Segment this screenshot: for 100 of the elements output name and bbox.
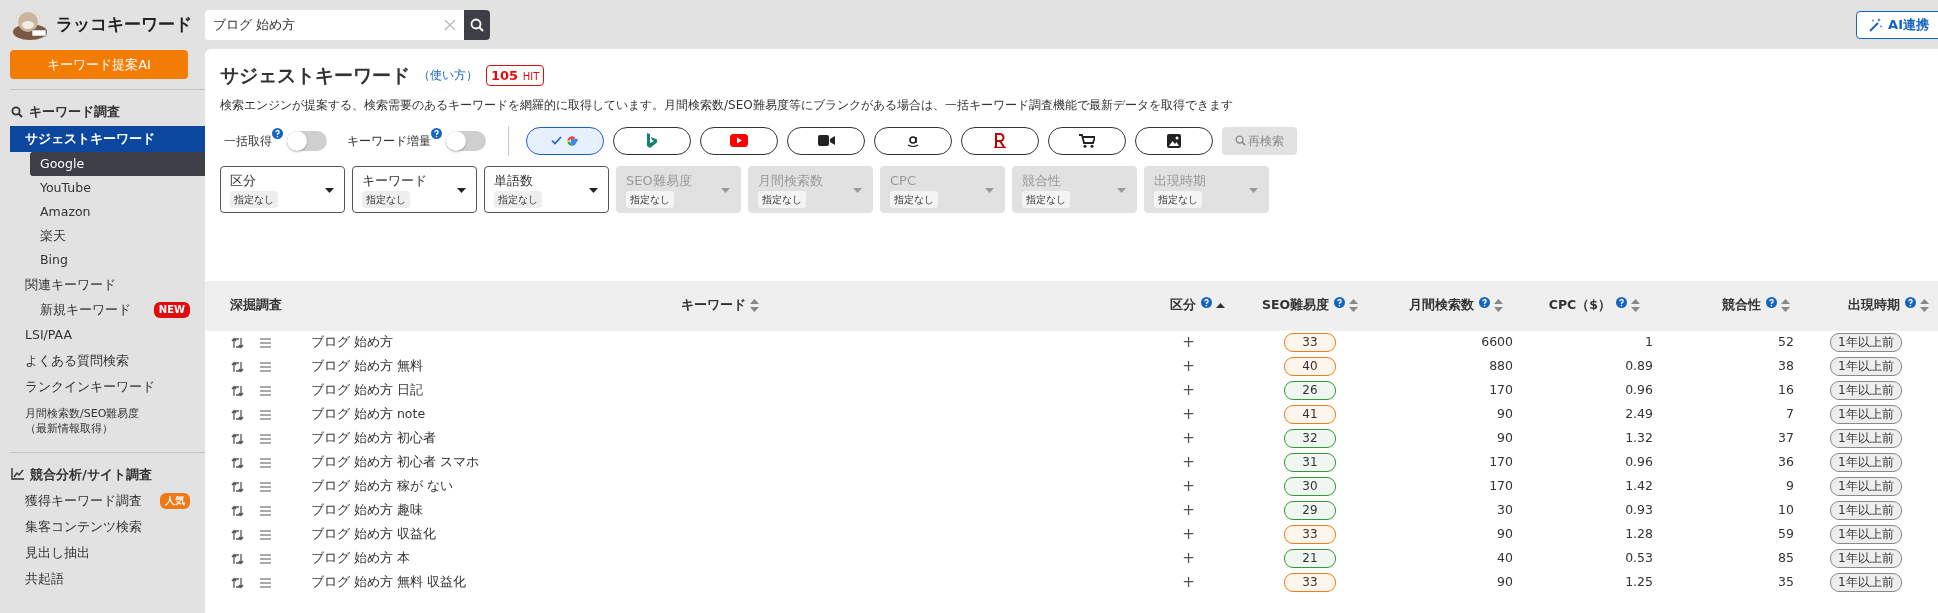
- sidebar-item[interactable]: YouTube: [0, 175, 205, 200]
- help-icon[interactable]: [1201, 297, 1212, 308]
- sort-ascending-icon[interactable]: [1216, 303, 1225, 308]
- keyword-cell-text: ブログ 始め方 初心者 スマホ: [310, 453, 479, 472]
- sidebar-item[interactable]: 関連キーワード: [0, 271, 205, 298]
- repeat-arrows-icon[interactable]: [231, 528, 244, 541]
- repeat-arrows-icon[interactable]: [231, 576, 244, 589]
- help-link[interactable]: （使い方）: [418, 66, 478, 85]
- help-icon[interactable]: [1905, 297, 1916, 308]
- sort-icon[interactable]: [1631, 299, 1640, 312]
- rakuten-icon: [994, 133, 1006, 148]
- repeat-arrows-icon[interactable]: [231, 360, 244, 373]
- add-category-button[interactable]: +: [1182, 331, 1195, 354]
- sidebar-item[interactable]: 月間検索数/SEO難易度 （最新情報取得）: [0, 399, 205, 442]
- keyword-cell-text: ブログ 始め方 趣味: [310, 501, 423, 520]
- column-header[interactable]: 区分: [1170, 296, 1196, 315]
- add-category-button[interactable]: +: [1182, 379, 1195, 402]
- search-box[interactable]: ブログ 始め方: [205, 9, 490, 40]
- sidebar-item[interactable]: ランクインキーワード: [0, 373, 205, 400]
- column-header[interactable]: CPC（$）: [1548, 296, 1611, 315]
- seo-difficulty-pill: 21: [1284, 549, 1336, 568]
- repeat-arrows-icon[interactable]: [231, 408, 244, 421]
- cpc-cell-text: 0.93: [1625, 501, 1654, 520]
- sort-icon[interactable]: [1494, 299, 1503, 312]
- sidebar-item[interactable]: 新規キーワード NEW: [0, 297, 205, 322]
- add-category-button[interactable]: +: [1182, 547, 1195, 570]
- toggle-switch[interactable]: [287, 130, 327, 151]
- sidebar-item[interactable]: サジェストキーワード: [10, 125, 205, 152]
- period-pill: 1年以上前: [1830, 405, 1902, 424]
- column-header[interactable]: 月間検索数: [1409, 296, 1474, 315]
- search-engine-button[interactable]: [787, 126, 865, 155]
- logo-text: ラッコキーワード: [56, 12, 192, 36]
- help-icon[interactable]: [1766, 297, 1777, 308]
- column-header[interactable]: 競合性: [1722, 296, 1761, 315]
- repeat-arrows-icon[interactable]: [231, 504, 244, 517]
- keyword-cell-text: ブログ 始め方 無料 収益化: [310, 573, 466, 592]
- sidebar-item[interactable]: Amazon: [0, 199, 205, 224]
- search-engine-button[interactable]: [874, 126, 952, 155]
- toggle-switch[interactable]: [446, 130, 486, 151]
- search-engine-button[interactable]: [1048, 126, 1126, 155]
- search-engine-button[interactable]: [613, 126, 691, 155]
- keyword-cell-text: ブログ 始め方 稼が ない: [310, 477, 453, 496]
- sort-icon[interactable]: [750, 299, 759, 312]
- bulk-keyword-link[interactable]: 一括キーワード調査機能: [944, 97, 1077, 112]
- filter-dropdown[interactable]: 区分 指定なし: [220, 165, 345, 213]
- cart-icon: [1079, 133, 1095, 148]
- column-header[interactable]: キーワード: [681, 296, 746, 315]
- competition-cell-text: 85: [1778, 549, 1795, 568]
- search-engine-button[interactable]: [1135, 126, 1213, 155]
- cpc-cell-text: 1: [1645, 333, 1654, 352]
- repeat-arrows-icon[interactable]: [231, 456, 244, 469]
- repeat-arrows-icon[interactable]: [231, 552, 244, 565]
- sidebar-item[interactable]: LSI/PAA: [0, 321, 205, 348]
- add-category-button[interactable]: +: [1182, 427, 1195, 450]
- search-icon: [470, 17, 484, 32]
- sidebar-item[interactable]: 獲得キーワード調査 人気: [0, 488, 205, 514]
- help-icon[interactable]: [1616, 297, 1627, 308]
- help-icon[interactable]: [1334, 297, 1346, 308]
- keyword-cell-text: ブログ 始め方 note: [310, 405, 426, 424]
- add-category-button[interactable]: +: [1182, 523, 1195, 546]
- help-icon[interactable]: [1479, 297, 1490, 308]
- column-header[interactable]: SEO難易度: [1261, 296, 1330, 315]
- badge-label: NEW: [153, 301, 190, 318]
- sidebar-item[interactable]: Bing: [0, 247, 205, 272]
- add-category-button[interactable]: +: [1182, 355, 1195, 378]
- add-category-button[interactable]: +: [1182, 403, 1195, 426]
- filter-dropdown[interactable]: 単語数 指定なし: [484, 165, 609, 213]
- column-header[interactable]: 出現時期: [1848, 296, 1900, 315]
- add-category-button[interactable]: +: [1182, 499, 1195, 522]
- filter-dropdown[interactable]: キーワード 指定なし: [352, 165, 477, 213]
- add-category-button[interactable]: +: [1182, 571, 1195, 594]
- column-header[interactable]: 深掘調査: [230, 296, 282, 315]
- sort-icon[interactable]: [1920, 299, 1929, 312]
- repeat-arrows-icon[interactable]: [231, 432, 244, 445]
- hit-count: 105 HIT: [486, 64, 545, 86]
- repeat-arrows-icon[interactable]: [231, 336, 244, 349]
- toggle-label: 一括取得: [224, 132, 272, 150]
- repeat-arrows-icon[interactable]: [231, 480, 244, 493]
- sidebar-item[interactable]: 共起語: [0, 566, 205, 592]
- period-pill: 1年以上前: [1830, 573, 1902, 592]
- search-engine-button[interactable]: [961, 126, 1039, 155]
- sidebar-item[interactable]: 見出し抽出: [0, 540, 205, 566]
- add-category-button[interactable]: +: [1182, 451, 1195, 474]
- search-engine-button[interactable]: [700, 126, 778, 155]
- section-heading: 競合分析/サイト調査: [30, 465, 152, 484]
- sidebar-item[interactable]: Google: [30, 151, 205, 176]
- search-volume-cell-text: 90: [1497, 525, 1514, 544]
- repeat-arrows-icon[interactable]: [231, 384, 244, 397]
- help-icon[interactable]: [431, 127, 442, 139]
- ai-link-button[interactable]: AI連携: [1856, 10, 1938, 39]
- search-button[interactable]: [464, 9, 490, 40]
- sidebar-item[interactable]: よくある質問検索: [0, 347, 205, 374]
- help-icon[interactable]: [272, 127, 283, 139]
- competition-cell-text: 16: [1778, 381, 1795, 400]
- sort-icon[interactable]: [1349, 299, 1359, 312]
- sidebar-item[interactable]: 楽天: [0, 223, 205, 248]
- sort-icon[interactable]: [1781, 299, 1790, 312]
- logo-icon: [10, 9, 50, 40]
- sidebar-item[interactable]: 集客コンテンツ検索: [0, 514, 205, 540]
- add-category-button[interactable]: +: [1182, 475, 1195, 498]
